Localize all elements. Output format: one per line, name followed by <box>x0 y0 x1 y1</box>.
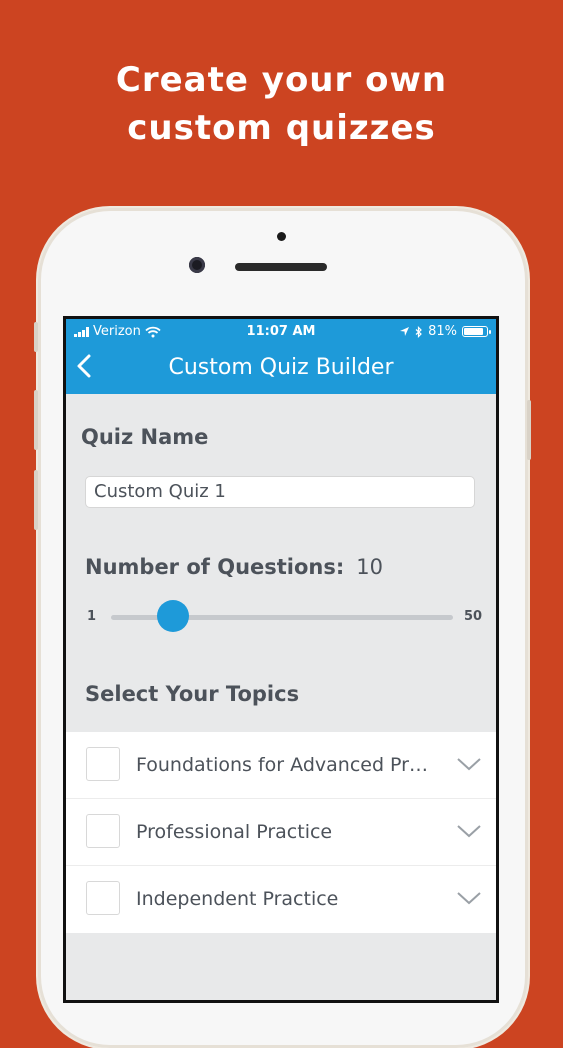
topic-list: Foundations for Advanced Practice Profes… <box>66 732 496 933</box>
battery-icon <box>462 326 491 337</box>
battery-percent: 81% <box>428 324 457 339</box>
location-arrow-icon <box>400 327 410 336</box>
topic-label: Professional Practice <box>136 821 333 843</box>
screen-title: Custom Quiz Builder <box>168 355 394 380</box>
question-count-value: 10 <box>356 555 384 579</box>
power-button <box>527 400 531 460</box>
headline-line-1: Create your own <box>115 60 448 100</box>
promo-headline: Create your own custom quizzes <box>0 56 563 152</box>
earpiece-speaker <box>235 263 327 271</box>
topic-checkbox[interactable] <box>86 814 120 848</box>
front-camera <box>189 257 205 273</box>
topic-row[interactable]: Professional Practice <box>66 799 496 866</box>
chevron-down-icon[interactable] <box>456 890 482 906</box>
mute-switch <box>34 322 38 352</box>
bluetooth-icon <box>415 325 422 338</box>
topic-label: Foundations for Advanced Practice <box>136 754 431 776</box>
status-bar: Verizon 11:07 AM 81% <box>66 324 496 340</box>
proximity-sensor <box>277 232 286 241</box>
question-slider-thumb[interactable] <box>156 600 189 632</box>
quiz-name-label: Quiz Name <box>81 425 209 449</box>
question-count-label: Number of Questions: <box>85 555 345 579</box>
slider-max-label: 50 <box>464 609 483 624</box>
chevron-down-icon[interactable] <box>456 756 482 772</box>
slider-min-label: 1 <box>87 609 97 624</box>
topic-label: Independent Practice <box>136 888 339 910</box>
phone-screen: Verizon 11:07 AM 81% Custom Quiz Builder… <box>66 319 496 1000</box>
app-bar: Verizon 11:07 AM 81% Custom Quiz Builder <box>66 319 496 394</box>
topic-row[interactable]: Foundations for Advanced Practice <box>66 732 496 799</box>
volume-down-button <box>34 470 38 530</box>
volume-up-button <box>34 390 38 450</box>
topics-heading: Select Your Topics <box>85 682 300 706</box>
question-count-row: Number of Questions: 10 <box>85 555 383 579</box>
topic-row[interactable]: Independent Practice <box>66 866 496 933</box>
topic-checkbox[interactable] <box>86 747 120 781</box>
chevron-down-icon[interactable] <box>456 823 482 839</box>
topic-checkbox[interactable] <box>86 881 120 915</box>
quiz-name-input[interactable]: Custom Quiz 1 <box>85 476 475 508</box>
headline-line-2: custom quizzes <box>127 108 436 148</box>
